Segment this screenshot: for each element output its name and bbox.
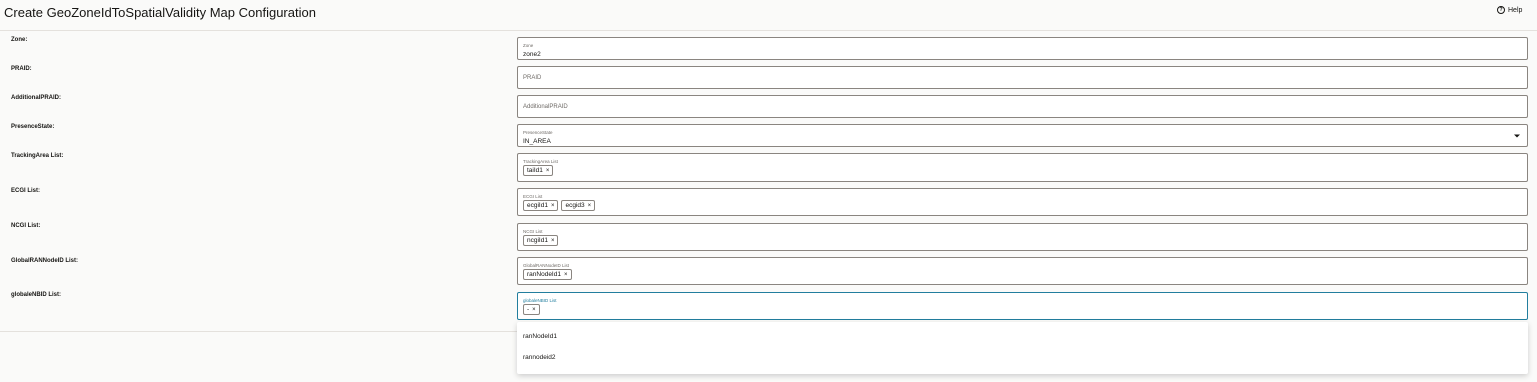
ncgi-list-label: NCGI List: <box>11 223 41 229</box>
chip-label: ranNodeId1 <box>527 271 561 278</box>
praid-field[interactable]: PRAID <box>517 66 1528 89</box>
praid-label: PRAID: <box>11 66 32 72</box>
additional-praid-field[interactable]: AdditionalPRAID <box>517 95 1528 118</box>
globale-nbid-list-field[interactable]: globaleNBID List - × <box>517 292 1528 320</box>
ncgi-chips: ncgiId1 × <box>523 235 559 246</box>
options-dropdown: ranNodeId1 rannodeid2 <box>517 322 1528 374</box>
dropdown-option[interactable]: ranNodeId1 <box>523 333 557 340</box>
global-ran-chips: ranNodeId1 × <box>523 269 572 280</box>
help-label: Help <box>1508 6 1523 14</box>
ecgi-list-field[interactable]: ECGI List ecgiId1 × ecgid3 × <box>517 188 1528 216</box>
additional-praid-placeholder: AdditionalPRAID <box>523 103 568 110</box>
praid-placeholder: PRAID <box>523 74 542 81</box>
dropdown-option[interactable]: rannodeid2 <box>523 354 556 361</box>
chip-label: ecgid3 <box>565 202 585 209</box>
ecgi-list-field-label: ECGI List <box>523 194 543 199</box>
tracking-area-list-field[interactable]: TrackingArea List taiId1 × <box>517 153 1528 182</box>
close-icon[interactable]: × <box>546 168 550 174</box>
chip-label: ncgiId1 <box>527 237 548 244</box>
ncgi-list-field[interactable]: NCGI List ncgiId1 × <box>517 223 1528 251</box>
chip: taiId1 × <box>523 165 554 176</box>
ecgi-chips: ecgiId1 × ecgid3 × <box>523 200 596 211</box>
chip-label: taiId1 <box>527 167 543 174</box>
close-icon[interactable]: × <box>564 272 568 278</box>
chip-label: ecgiId1 <box>527 202 548 209</box>
global-ran-node-id-list-field[interactable]: GlobalRANNodeID List ranNodeId1 × <box>517 257 1528 285</box>
close-icon[interactable]: × <box>551 238 555 244</box>
additional-praid-label: AdditionalPRAID: <box>11 95 61 101</box>
chip: ranNodeId1 × <box>523 269 572 280</box>
help-icon: ? <box>1497 6 1505 14</box>
zone-label: Zone: <box>11 37 28 43</box>
tracking-area-list-field-label: TrackingArea List <box>523 159 558 164</box>
globale-nbid-chips: - × <box>523 304 540 315</box>
divider <box>0 331 517 332</box>
close-icon[interactable]: × <box>588 203 592 209</box>
global-ran-node-id-list-field-label: GlobalRANNodeID List <box>523 263 570 268</box>
chip-label: - <box>527 306 530 313</box>
chip: ecgid3 × <box>561 200 596 211</box>
presence-state-field-label: PresenceState <box>523 130 553 135</box>
help-button[interactable]: ? Help <box>1497 6 1522 14</box>
tracking-area-list-label: TrackingArea List: <box>11 153 64 159</box>
close-icon[interactable]: × <box>532 307 536 313</box>
globale-nbid-list-field-label: globaleNBID List <box>523 298 557 303</box>
ecgi-list-label: ECGI List: <box>11 188 41 194</box>
tracking-area-chips: taiId1 × <box>523 165 554 176</box>
chip: ecgiId1 × <box>523 200 559 211</box>
close-icon[interactable]: × <box>551 203 555 209</box>
presence-state-select[interactable]: PresenceState IN_AREA <box>517 124 1528 147</box>
page-title: Create GeoZoneIdToSpatialValidity Map Co… <box>4 5 316 20</box>
chevron-down-icon[interactable] <box>1514 134 1520 137</box>
ncgi-list-field-label: NCGI List <box>523 229 543 234</box>
zone-field-value: zone2 <box>523 51 541 58</box>
global-ran-node-id-list-label: GlobalRANNodeID List: <box>11 258 78 264</box>
zone-field-label: Zone <box>523 43 534 48</box>
presence-state-value: IN_AREA <box>523 138 551 145</box>
zone-field[interactable]: Zone zone2 <box>517 37 1528 60</box>
globale-nbid-list-label: globaleNBID List: <box>11 292 62 298</box>
page-header: Create GeoZoneIdToSpatialValidity Map Co… <box>0 0 1537 31</box>
presence-state-label: PresenceState: <box>11 124 55 130</box>
chip: - × <box>523 304 540 315</box>
chip: ncgiId1 × <box>523 235 559 246</box>
